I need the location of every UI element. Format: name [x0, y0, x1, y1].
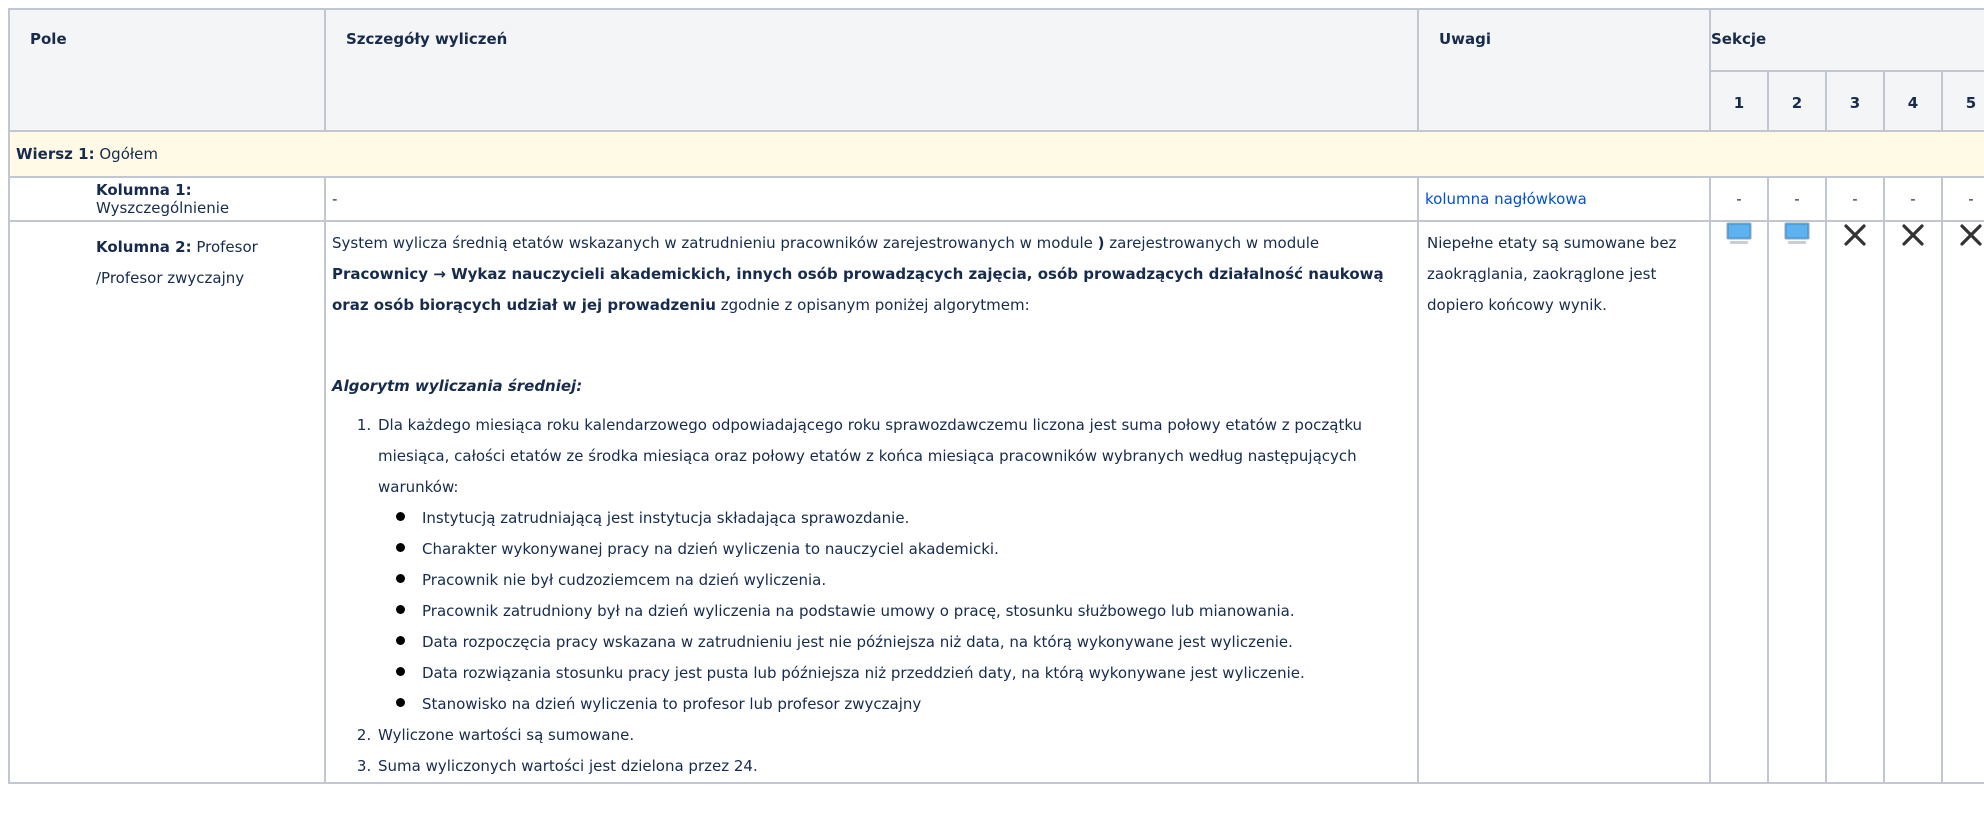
condition-item: Pracownik nie był cudzoziemcem na dzień …	[396, 565, 1411, 596]
wiersz-1-value: Ogółem	[99, 145, 158, 163]
header-sekcje: Sekcje	[1708, 8, 1984, 72]
spec-table: Pole Szczegóły wyliczeń Uwagi Sekcje 1 2…	[7, 8, 1984, 784]
kolumna-1-sekcja-4: -	[1883, 176, 1943, 222]
header-uwagi: Uwagi	[1417, 8, 1711, 132]
algorithm-title: Algorytm wyliczania średniej:	[332, 377, 583, 395]
header-sekcja-3: 3	[1825, 70, 1885, 132]
kolumna-2-uwagi: Niepełne etaty są sumowane bez zaokrągla…	[1417, 220, 1711, 784]
kolumna-2-sekcja-3	[1825, 220, 1885, 784]
kolumna-1-name: Kolumna 1: Wyszczególnienie	[8, 176, 326, 222]
condition-item: Pracownik zatrudniony był na dzień wylic…	[396, 596, 1411, 627]
kolumna-2-details: System wylicza średnią etatów wskazanych…	[324, 220, 1419, 784]
condition-item: Data rozwiązania stosunku pracy jest pus…	[396, 658, 1411, 689]
kolumna-1-sekcja-2: -	[1767, 176, 1827, 222]
header-sekcja-1: 1	[1709, 70, 1769, 132]
header-sekcja-4: 4	[1883, 70, 1943, 132]
condition-item: Charakter wykonywanej pracy na dzień wyl…	[396, 534, 1411, 565]
monitor-icon	[1726, 222, 1752, 244]
algorithm-step: Suma wyliczonych wartości jest dzielona …	[376, 751, 1411, 782]
kolumna-2-sekcja-4	[1883, 220, 1943, 784]
kolumna-2-description: System wylicza średnią etatów wskazanych…	[326, 222, 1417, 782]
cross-icon	[1844, 224, 1866, 246]
header-sekcja-2: 2	[1767, 70, 1827, 132]
kolumna-2-sekcja-5	[1941, 220, 1984, 784]
algorithm-step: Wyliczone wartości są sumowane.	[376, 720, 1411, 751]
cross-icon	[1960, 224, 1982, 246]
kolumna-1-label: Kolumna 1:	[96, 181, 192, 199]
kolumna-1-details: -	[324, 176, 1419, 222]
conditions-list: Instytucją zatrudniającą jest instytucja…	[378, 503, 1411, 720]
wiersz-1-label: Wiersz 1:	[16, 145, 95, 163]
kolumna-1-sekcja-3: -	[1825, 176, 1885, 222]
monitor-icon	[1784, 222, 1810, 244]
spec-table-view: Pole Szczegóły wyliczeń Uwagi Sekcje 1 2…	[0, 0, 1984, 837]
kolumna-2-name: Kolumna 2: Profesor /Profesor zwyczajny	[8, 220, 326, 784]
header-szczegoly: Szczegóły wyliczeń	[324, 8, 1419, 132]
header-sekcja-5: 5	[1941, 70, 1984, 132]
kolumna-2-sekcja-1	[1709, 220, 1769, 784]
row-kolumna-2: Kolumna 2: Profesor /Profesor zwyczajny …	[8, 220, 1984, 784]
header-pole: Pole	[8, 8, 326, 132]
condition-item: Instytucją zatrudniającą jest instytucja…	[396, 503, 1411, 534]
algorithm-steps: Dla każdego miesiąca roku kalendarzowego…	[332, 410, 1411, 782]
kolumna-1-sekcja-1: -	[1709, 176, 1769, 222]
kolumna-2-value-line1: Profesor	[196, 238, 258, 256]
kolumna-2-label: Kolumna 2:	[96, 238, 192, 256]
algorithm-step: Dla każdego miesiąca roku kalendarzowego…	[376, 410, 1411, 720]
wiersz-1-cell: Wiersz 1: Ogółem	[7, 130, 1984, 178]
cross-icon	[1902, 224, 1924, 246]
row-wiersz-1: Wiersz 1: Ogółem	[7, 130, 1984, 178]
condition-item: Stanowisko na dzień wyliczenia to profes…	[396, 689, 1411, 720]
kolumna-1-sekcja-5: -	[1941, 176, 1984, 222]
kolumna-2-sekcja-2	[1767, 220, 1827, 784]
kolumna-2-value-line2: /Profesor zwyczajny	[96, 269, 245, 287]
kolumna-1-value: Wyszczególnienie	[96, 199, 230, 217]
condition-item: Data rozpoczęcia pracy wskazana w zatrud…	[396, 627, 1411, 658]
kolumna-1-uwagi: kolumna nagłówkowa	[1417, 176, 1711, 222]
row-kolumna-1: Kolumna 1: Wyszczególnienie - kolumna na…	[8, 176, 1984, 222]
